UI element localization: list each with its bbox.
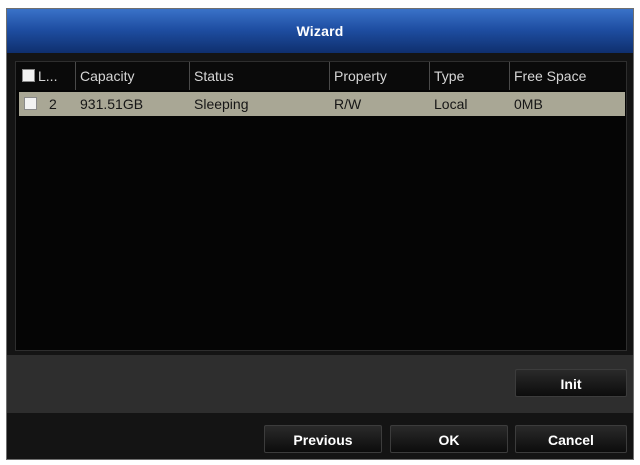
select-all-checkbox[interactable] [22, 69, 35, 82]
wizard-window: Wizard L... Capacity Status Property Typ… [6, 8, 634, 460]
column-header-type[interactable]: Type [430, 62, 510, 90]
cell-free-space: 0MB [514, 96, 543, 112]
cell-property: R/W [334, 96, 362, 112]
column-header-property[interactable]: Property [330, 62, 430, 90]
window-title: Wizard [7, 9, 633, 53]
footer-bar: Previous OK Cancel [7, 413, 633, 459]
column-header-label[interactable]: L... [16, 62, 76, 90]
column-header-free-space[interactable]: Free Space [510, 62, 626, 90]
init-button[interactable]: Init [515, 369, 627, 397]
cell-capacity: 931.51GB [80, 96, 144, 112]
cell-status: Sleeping [194, 96, 249, 112]
cell-type: Local [434, 96, 468, 112]
previous-button[interactable]: Previous [264, 425, 382, 453]
table-header: L... Capacity Status Property Type Free … [16, 62, 626, 90]
row-checkbox[interactable] [24, 97, 37, 110]
action-bar: Init [7, 355, 633, 413]
table-row[interactable]: 2 931.51GB Sleeping R/W Local 0MB [19, 92, 625, 116]
column-header-status[interactable]: Status [190, 62, 330, 90]
cell-label: 2 [49, 96, 57, 112]
ok-button[interactable]: OK [390, 425, 508, 453]
hdd-table: L... Capacity Status Property Type Free … [15, 61, 627, 351]
column-header-capacity[interactable]: Capacity [76, 62, 190, 90]
cancel-button[interactable]: Cancel [515, 425, 627, 453]
